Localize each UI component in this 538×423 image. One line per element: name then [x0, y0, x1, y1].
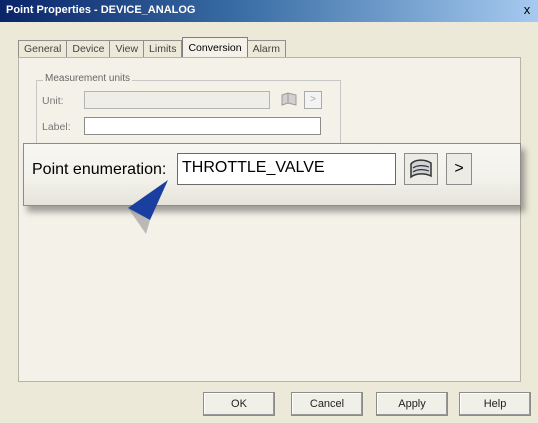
point-enumeration-label: Point enumeration:: [32, 161, 167, 178]
label-label: Label:: [42, 121, 71, 133]
unit-label: Unit:: [42, 95, 64, 107]
point-properties-dialog: Point Properties - DEVICE_ANALOG x Gener…: [0, 0, 538, 423]
unit-browse-button[interactable]: [280, 91, 298, 109]
tab-limits[interactable]: Limits: [144, 40, 183, 58]
tab-device[interactable]: Device: [67, 40, 111, 58]
point-enumeration-field[interactable]: THROTTLE_VALVE: [177, 153, 396, 185]
label-field[interactable]: [84, 117, 321, 135]
close-button[interactable]: x: [520, 3, 534, 17]
tab-view[interactable]: View: [110, 40, 145, 58]
pointer-arrow-icon: [128, 180, 168, 234]
unit-field[interactable]: [84, 91, 270, 109]
book-icon: [410, 159, 432, 179]
title-bar[interactable]: Point Properties - DEVICE_ANALOG x: [0, 0, 538, 22]
unit-more-button[interactable]: >: [304, 91, 322, 109]
book-icon: [281, 92, 297, 106]
tab-conversion[interactable]: Conversion: [182, 37, 248, 59]
enumeration-more-button[interactable]: >: [446, 153, 472, 185]
help-button[interactable]: Help: [459, 392, 531, 416]
tab-strip: General Device View Limits Conversion Al…: [18, 36, 287, 59]
tab-alarm[interactable]: Alarm: [247, 40, 287, 58]
measurement-units-legend: Measurement units: [43, 73, 133, 84]
point-enumeration-zoom: Point enumeration: THROTTLE_VALVE >: [23, 143, 521, 206]
enumeration-browse-button[interactable]: [404, 153, 438, 185]
window-title: Point Properties - DEVICE_ANALOG: [6, 4, 196, 16]
apply-button[interactable]: Apply: [376, 392, 448, 416]
tab-general[interactable]: General: [18, 40, 68, 58]
ok-button[interactable]: OK: [203, 392, 275, 416]
cancel-button[interactable]: Cancel: [291, 392, 363, 416]
